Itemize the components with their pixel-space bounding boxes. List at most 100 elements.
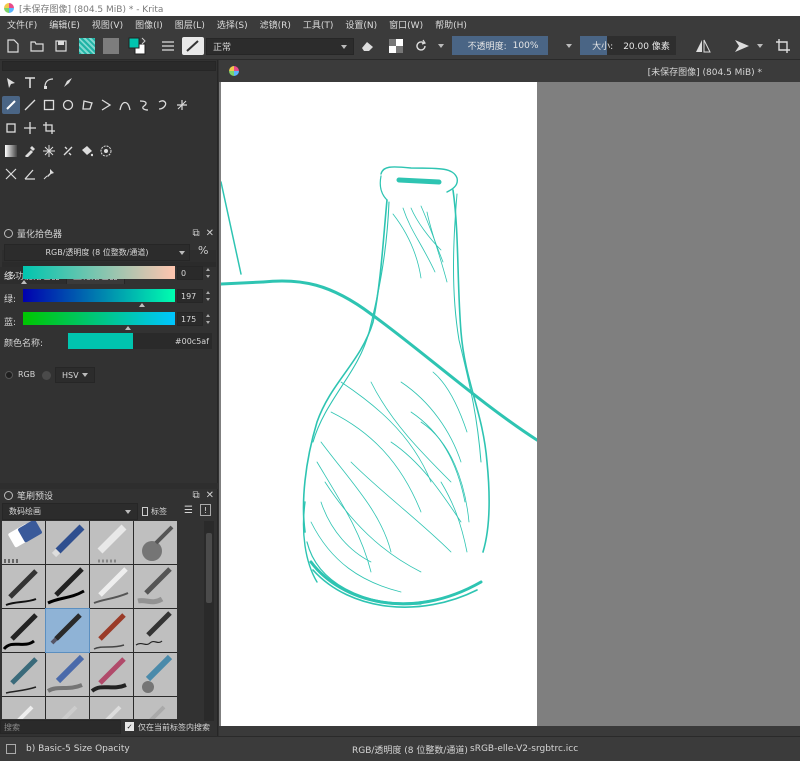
tag-button[interactable]: 标签 — [142, 503, 167, 520]
canvas[interactable] — [221, 82, 537, 726]
brush-status-icon[interactable] — [6, 744, 16, 754]
polyline-tool-icon[interactable] — [97, 96, 115, 114]
brush-presets-scrollbar[interactable] — [204, 521, 214, 721]
hsv-radio[interactable] — [42, 371, 51, 380]
preserve-alpha-icon[interactable] — [388, 38, 404, 54]
brush-search-input[interactable]: 搜索 — [0, 720, 121, 734]
green-slider-handle[interactable] — [139, 303, 145, 307]
blue-stepper[interactable] — [203, 312, 212, 326]
chevron-down-icon[interactable] — [755, 38, 765, 54]
brush-preset-tile[interactable] — [90, 609, 133, 652]
color-picker-tool-icon[interactable] — [21, 142, 39, 160]
pattern-swatch-icon[interactable] — [103, 38, 119, 54]
brush-preset-button[interactable] — [182, 37, 204, 55]
polygon-tool-icon[interactable] — [78, 96, 96, 114]
menu-help[interactable]: 帮助(H) — [435, 18, 467, 31]
angle-tool-icon[interactable] — [21, 165, 39, 183]
gradient-tool-icon[interactable] — [2, 142, 20, 160]
close-panel-icon[interactable]: ✕ — [206, 490, 214, 501]
list-view-icon[interactable]: ☰ — [184, 505, 193, 516]
multibrush-tool-icon[interactable] — [173, 96, 191, 114]
brush-preset-tile[interactable] — [134, 565, 177, 608]
brush-preset-tile[interactable] — [90, 653, 133, 696]
line-tool-icon[interactable] — [21, 96, 39, 114]
crop-icon[interactable] — [775, 38, 791, 54]
brush-preset-tile[interactable] — [2, 521, 45, 564]
brush-preset-tile[interactable] — [134, 697, 177, 719]
menu-window[interactable]: 窗口(W) — [389, 18, 423, 31]
brush-preset-tile[interactable] — [90, 697, 133, 719]
brush-preset-tile[interactable] — [90, 565, 133, 608]
select-shapes-tool-icon[interactable] — [2, 74, 20, 92]
red-slider-handle[interactable] — [21, 280, 27, 284]
menu-image[interactable]: 图像(I) — [135, 18, 163, 31]
menu-file[interactable]: 文件(F) — [7, 18, 37, 31]
green-value-field[interactable]: 197 — [177, 289, 203, 303]
calligraphy-tool-icon[interactable] — [59, 74, 77, 92]
rectangle-tool-icon[interactable] — [40, 96, 58, 114]
scrollbar-thumb[interactable] — [206, 533, 212, 603]
brush-preset-tile[interactable] — [46, 653, 89, 696]
info-icon[interactable]: ! — [200, 504, 211, 516]
color-model-dropdown[interactable]: RGB/透明度 (8 位整数/通道) — [4, 244, 190, 261]
brush-preset-tile[interactable] — [134, 609, 177, 652]
new-document-icon[interactable] — [6, 38, 20, 54]
assistant-tool-icon[interactable] — [59, 142, 77, 160]
crop-tool-icon[interactable] — [40, 119, 58, 137]
reference-pin-icon[interactable] — [40, 165, 58, 183]
brush-category-dropdown[interactable]: 数码绘画 — [2, 503, 138, 520]
blue-value-field[interactable]: 175 — [177, 312, 203, 326]
menu-select[interactable]: 选择(S) — [217, 18, 248, 31]
blue-channel-slider[interactable] — [23, 312, 175, 325]
rgb-radio[interactable] — [5, 371, 13, 379]
blue-slider-handle[interactable] — [125, 326, 131, 330]
brush-preset-tile[interactable] — [46, 697, 89, 719]
brush-preset-tile[interactable] — [2, 609, 45, 652]
freehand-brush-tool-icon[interactable] — [2, 96, 20, 114]
menu-layer[interactable]: 图层(L) — [175, 18, 205, 31]
brush-preset-tile[interactable] — [2, 653, 45, 696]
menu-view[interactable]: 视图(V) — [92, 18, 123, 31]
brush-preset-tile[interactable] — [134, 653, 177, 696]
brush-preset-tile-selected[interactable] — [45, 608, 90, 653]
fill-tool-icon[interactable] — [78, 142, 96, 160]
menu-filter[interactable]: 滤镜(R) — [260, 18, 291, 31]
mirror-horizontal-icon[interactable] — [694, 38, 712, 54]
ellipse-tool-icon[interactable] — [59, 96, 77, 114]
red-stepper[interactable] — [203, 266, 212, 280]
eraser-icon[interactable] — [360, 38, 376, 54]
brush-preset-tile[interactable] — [46, 565, 89, 608]
transform-tool-icon[interactable] — [2, 119, 20, 137]
edit-shapes-tool-icon[interactable] — [40, 74, 58, 92]
toolbox-filter-field[interactable] — [2, 61, 216, 71]
freehand-path-tool-icon[interactable] — [135, 96, 153, 114]
float-panel-icon[interactable]: ⧉ — [192, 490, 199, 501]
brush-preset-tile[interactable] — [134, 521, 177, 564]
hsv-dropdown[interactable]: HSV — [55, 367, 95, 383]
brush-settings-icon[interactable] — [160, 38, 176, 54]
brush-preset-tile[interactable] — [46, 521, 89, 564]
menu-settings[interactable]: 设置(N) — [345, 18, 377, 31]
opacity-slider[interactable]: 不透明度: 100% — [452, 36, 548, 55]
hex-color-field[interactable]: #00c5af — [133, 333, 212, 349]
mirror-vertical-icon[interactable] — [733, 38, 751, 54]
measure-tool-icon[interactable] — [2, 165, 20, 183]
brush-preset-tile[interactable] — [2, 697, 45, 719]
chevron-down-icon[interactable] — [564, 38, 574, 54]
dynamic-brush-tool-icon[interactable] — [154, 96, 172, 114]
red-channel-slider[interactable] — [23, 266, 175, 279]
text-tool-icon[interactable] — [21, 74, 39, 92]
fg-bg-color-icon[interactable] — [128, 37, 148, 55]
save-icon[interactable] — [54, 38, 68, 54]
blend-mode-dropdown[interactable]: 正常 — [206, 38, 354, 55]
reload-preset-icon[interactable] — [413, 38, 429, 54]
brush-preset-tile[interactable] — [90, 521, 133, 564]
green-channel-slider[interactable] — [23, 289, 175, 302]
size-slider[interactable]: 大小: 20.00 像素 — [580, 36, 676, 55]
menu-tools[interactable]: 工具(T) — [303, 18, 334, 31]
smart-patch-tool-icon[interactable] — [40, 142, 58, 160]
close-panel-icon[interactable]: ✕ — [206, 228, 214, 239]
move-tool-icon[interactable] — [21, 119, 39, 137]
menu-edit[interactable]: 编辑(E) — [49, 18, 80, 31]
bezier-tool-icon[interactable] — [116, 96, 134, 114]
